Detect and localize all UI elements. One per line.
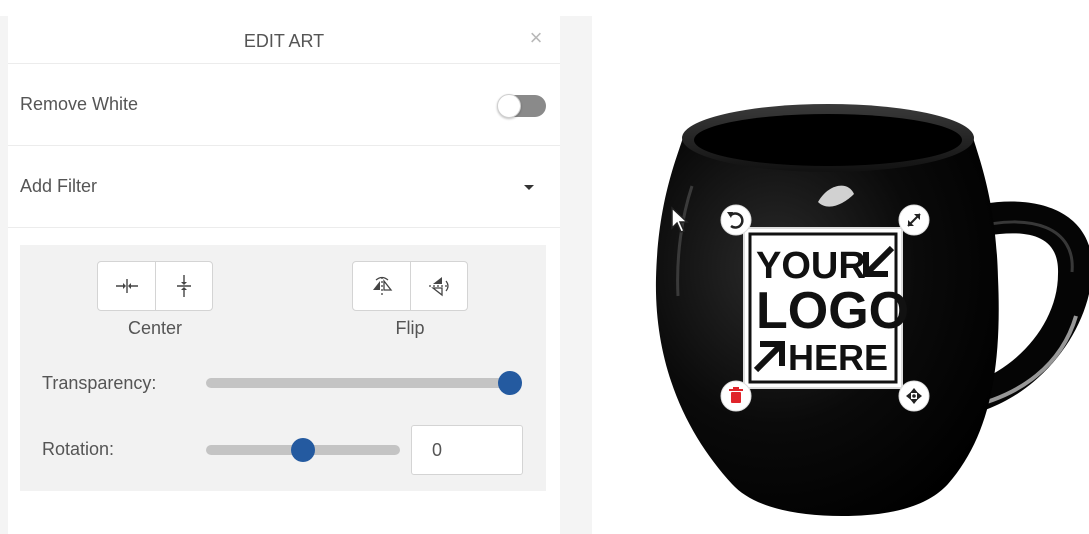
flip-label: Flip — [395, 318, 425, 338]
delete-handle[interactable] — [720, 380, 752, 412]
logo-line-3: HERE — [788, 337, 888, 378]
center-vertical-icon — [177, 275, 191, 297]
art-controls: Center Flip Transparency: Rotation: 0 — [20, 245, 546, 491]
flip-horizontal-button[interactable] — [353, 262, 410, 310]
transparency-label: Transparency: — [42, 373, 157, 393]
caret-down-icon[interactable] — [524, 185, 534, 190]
remove-white-row: Remove White — [8, 64, 560, 146]
logo-artwork[interactable]: YOUR LOGO HERE — [743, 227, 909, 389]
remove-white-label: Remove White — [20, 94, 139, 114]
rotation-input[interactable] — [411, 425, 523, 475]
panel-title: EDIT ART — [243, 31, 325, 51]
logo-line-2: LOGO — [756, 282, 909, 340]
panel-header: EDIT ART × — [8, 16, 560, 64]
move-handle[interactable] — [898, 380, 930, 412]
resize-handle[interactable] — [898, 204, 930, 236]
logo-line-1: YOUR — [756, 245, 866, 287]
flip-vertical-icon — [429, 277, 449, 297]
rotation-slider-thumb[interactable] — [291, 438, 315, 462]
transparency-slider[interactable] — [206, 371, 522, 395]
toggle-knob — [497, 94, 521, 118]
center-horizontal-icon — [115, 279, 138, 293]
mug-opening — [694, 114, 962, 166]
flip-horizontal-icon — [372, 276, 392, 295]
flip-button-group — [352, 261, 468, 311]
edit-art-panel: EDIT ART × Remove White Add Filter Cente… — [8, 16, 560, 534]
flip-vertical-button[interactable] — [410, 262, 467, 310]
center-vertical-button[interactable] — [155, 262, 212, 310]
product-preview: YOUR LOGO HERE — [592, 16, 1089, 534]
mouse-cursor-icon — [671, 206, 689, 233]
close-button[interactable]: × — [526, 27, 546, 49]
rotation-slider[interactable] — [206, 438, 400, 462]
delete-icon — [729, 387, 743, 403]
rotation-label: Rotation: — [42, 439, 115, 459]
rotate-handle[interactable] — [720, 204, 752, 236]
center-horizontal-button[interactable] — [98, 262, 155, 310]
top-strip — [0, 0, 1089, 16]
center-button-group — [97, 261, 213, 311]
center-label: Center — [127, 318, 183, 338]
add-filter-row[interactable]: Add Filter — [8, 146, 560, 228]
add-filter-label: Add Filter — [20, 176, 98, 196]
mug-canvas: YOUR LOGO HERE — [655, 104, 1089, 516]
transparency-slider-thumb[interactable] — [498, 371, 522, 395]
remove-white-toggle[interactable] — [497, 94, 546, 118]
panel-divider — [560, 16, 592, 534]
